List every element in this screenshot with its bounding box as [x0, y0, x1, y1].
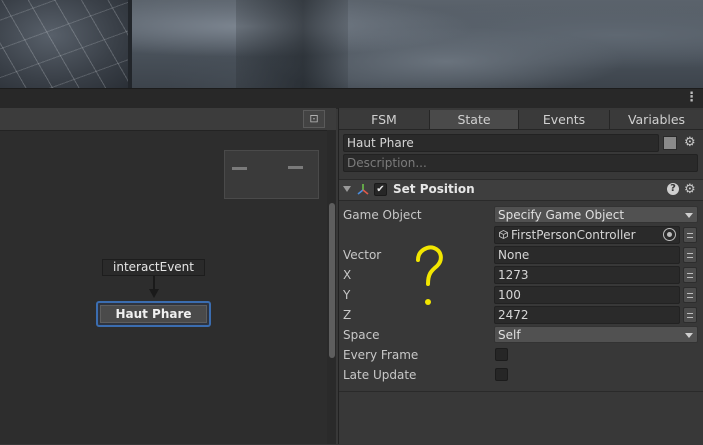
- foldout-arrow-icon[interactable]: [343, 186, 351, 192]
- tabs-divider: [339, 129, 703, 130]
- chevron-down-icon: [685, 213, 693, 218]
- late-update-label: Late Update: [343, 368, 417, 382]
- description-field[interactable]: Description...: [343, 154, 698, 172]
- minimap-node: [288, 166, 303, 169]
- graph-scrollbar-thumb[interactable]: [329, 203, 335, 358]
- variable-toggle-button[interactable]: [683, 227, 697, 243]
- x-field[interactable]: 1273: [494, 266, 680, 284]
- action-enabled-checkbox[interactable]: ✔: [374, 183, 387, 196]
- scene-rock-texture: [132, 0, 703, 88]
- game-object-label: Game Object: [343, 208, 422, 222]
- state-name-field[interactable]: Haut Phare: [343, 134, 659, 152]
- transition-arrow-icon: [149, 289, 159, 298]
- graph-view-toggle-icon[interactable]: ⊡: [303, 110, 325, 128]
- scene-view[interactable]: [0, 0, 703, 88]
- object-reference-field[interactable]: FirstPersonController: [494, 226, 680, 244]
- more-options-icon[interactable]: ⋮: [685, 91, 698, 105]
- late-update-checkbox[interactable]: [495, 368, 508, 381]
- state-node-label[interactable]: Haut Phare: [100, 305, 207, 323]
- tab-state[interactable]: State: [430, 110, 519, 129]
- scene-wireframe-area: [0, 0, 128, 88]
- transform-action-icon: [357, 184, 369, 195]
- variable-toggle-button[interactable]: [683, 307, 697, 323]
- space-value: Self: [498, 328, 521, 342]
- action-settings-gear-icon[interactable]: ⚙: [684, 183, 696, 197]
- graph-toolbar: [0, 108, 336, 131]
- space-dropdown[interactable]: Self: [494, 326, 698, 343]
- variable-toggle-button[interactable]: [683, 267, 697, 283]
- inspector-empty-area: [339, 391, 703, 445]
- state-settings-gear-icon[interactable]: ⚙: [684, 136, 696, 150]
- scene-stone-pillar: [236, 0, 348, 88]
- game-object-cube-icon: [499, 230, 508, 239]
- x-label: X: [343, 268, 352, 282]
- z-label: Z: [343, 308, 352, 322]
- game-object-dropdown[interactable]: Specify Game Object: [494, 206, 698, 223]
- object-picker-icon[interactable]: [663, 228, 676, 241]
- z-field[interactable]: 2472: [494, 306, 680, 324]
- y-label: Y: [343, 288, 351, 302]
- help-icon[interactable]: ?: [667, 183, 679, 195]
- question-mark-annotation: [416, 245, 443, 305]
- space-label: Space: [343, 328, 380, 342]
- transition-event-label[interactable]: interactEvent: [102, 259, 205, 276]
- tab-fsm[interactable]: FSM: [339, 110, 430, 129]
- state-color-swatch[interactable]: [663, 136, 677, 150]
- object-reference-value: FirstPersonController: [511, 228, 636, 242]
- action-title: Set Position: [393, 182, 475, 196]
- variable-toggle-button[interactable]: [683, 287, 697, 303]
- chevron-down-icon: [685, 333, 693, 338]
- panel-toolbar-strip: [0, 88, 703, 109]
- variable-toggle-button[interactable]: [683, 247, 697, 263]
- vector-label: Vector: [343, 248, 382, 262]
- vector-field[interactable]: None: [494, 246, 680, 264]
- transition-link: [153, 276, 155, 290]
- tab-variables[interactable]: Variables: [610, 110, 703, 129]
- minimap-node: [232, 167, 247, 170]
- y-field[interactable]: 100: [494, 286, 680, 304]
- every-frame-checkbox[interactable]: [495, 348, 508, 361]
- graph-minimap[interactable]: [224, 150, 319, 199]
- game-object-value: Specify Game Object: [498, 208, 625, 222]
- tab-events[interactable]: Events: [519, 110, 610, 129]
- every-frame-label: Every Frame: [343, 348, 419, 362]
